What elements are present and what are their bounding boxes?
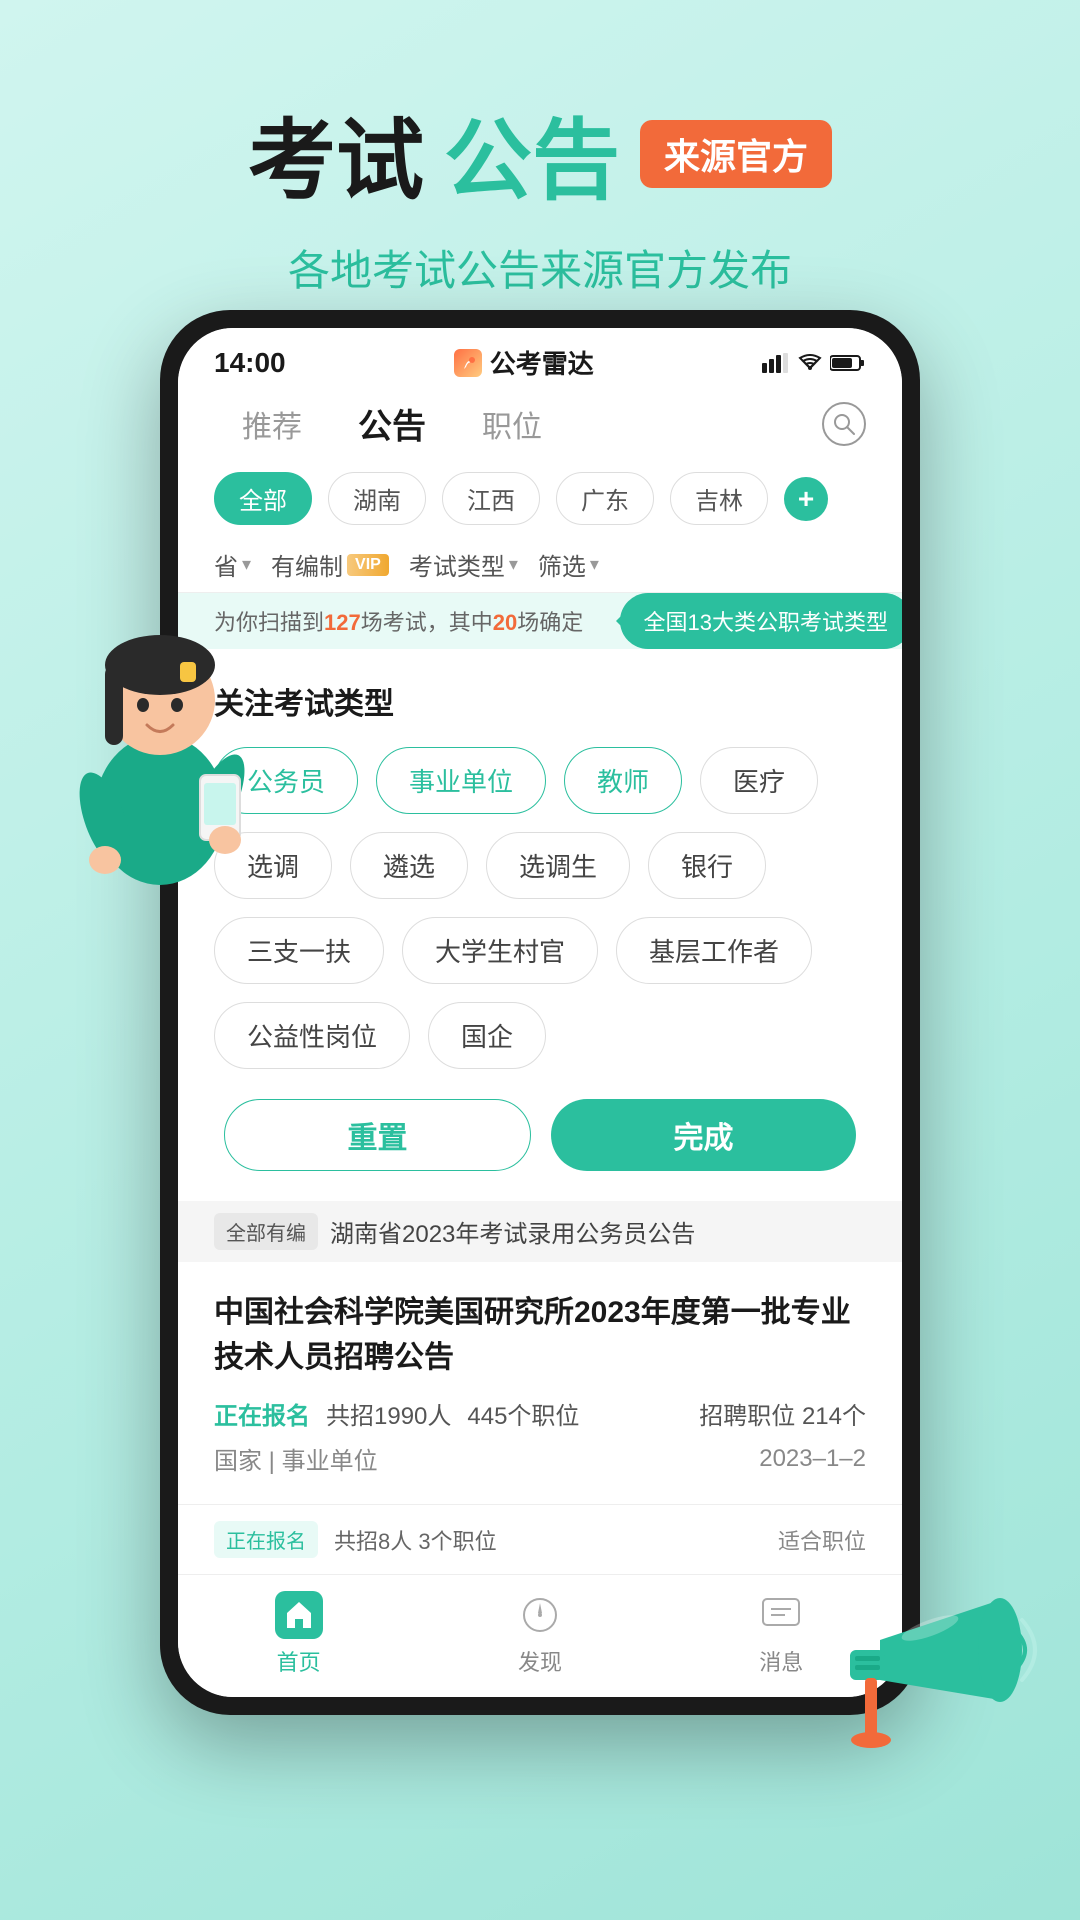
filter-row: 省 ▾ 有编制 VIP 考试类型 ▾ 筛选 ▾ <box>178 537 902 593</box>
discover-icon <box>516 1591 564 1639</box>
ann-text: 湖南省2023年考试录用公务员公告 <box>330 1214 695 1249</box>
region-tab-guangdong[interactable]: 广东 <box>556 472 654 525</box>
bottom-nav: 首页 发现 消息 <box>178 1574 902 1697</box>
megaphone-illustration <box>820 1580 1040 1780</box>
phone-frame: 14:00 公考雷达 推荐 公告 职位 <box>160 310 920 1715</box>
panel-title: 关注考试类型 <box>214 679 866 723</box>
news-title: 中国社会科学院美国研究所2023年度第一批专业技术人员招聘公告 <box>214 1290 866 1380</box>
panel-buttons: 重置 完成 <box>214 1099 866 1171</box>
tag-gongyixing[interactable]: 公益性岗位 <box>214 1002 410 1069</box>
nav-tabs: 推荐 公告 职位 <box>178 389 902 464</box>
peek-status: 正在报名 <box>214 1521 318 1558</box>
tab-position[interactable]: 职位 <box>454 402 570 446</box>
official-badge: 来源官方 <box>640 120 832 188</box>
region-tab-jilin[interactable]: 吉林 <box>670 472 768 525</box>
title-green: 公告 <box>444 90 620 217</box>
positions-count: 445个职位 <box>467 1396 579 1431</box>
filter-screen[interactable]: 筛选 ▾ <box>538 547 599 582</box>
tag-xuandiaosheng[interactable]: 选调生 <box>486 832 630 899</box>
nav-label-discover: 发现 <box>518 1645 562 1677</box>
recruit-count: 共招1990人 <box>326 1396 451 1431</box>
tag-sanzhiyifu[interactable]: 三支一扶 <box>214 917 384 984</box>
nav-item-home[interactable]: 首页 <box>275 1591 323 1677</box>
tooltip-bubble: 全国13大类公职考试类型 <box>620 593 902 649</box>
region-tab-jiangxi[interactable]: 江西 <box>442 472 540 525</box>
home-icon <box>275 1591 323 1639</box>
message-icon <box>757 1591 805 1639</box>
region-add-button[interactable]: + <box>784 477 828 521</box>
region-tab-hunan[interactable]: 湖南 <box>328 472 426 525</box>
ann-badge: 全部有编 <box>214 1213 318 1250</box>
exam-type-panel: 关注考试类型 公务员 事业单位 教师 医疗 选调 遴选 选调生 银行 三支一扶 … <box>178 649 902 1201</box>
filter-bianzhi[interactable]: 有编制 VIP <box>271 547 389 582</box>
header-subtitle: 各地考试公告来源官方发布 <box>0 237 1080 298</box>
tag-shiye[interactable]: 事业单位 <box>376 747 546 814</box>
status-bar: 14:00 公考雷达 <box>178 328 902 389</box>
nav-item-discover[interactable]: 发现 <box>516 1591 564 1677</box>
news-card-peek[interactable]: 正在报名 共招8人 3个职位 适合职位 <box>178 1504 902 1574</box>
status-time: 14:00 <box>214 347 286 379</box>
tag-teacher[interactable]: 教师 <box>564 747 682 814</box>
announcement-bar[interactable]: 全部有编 湖南省2023年考试录用公务员公告 <box>178 1201 902 1262</box>
news-card[interactable]: 中国社会科学院美国研究所2023年度第一批专业技术人员招聘公告 正在报名 共招1… <box>178 1262 902 1504</box>
region-tabs: 全部 湖南 江西 广东 吉林 + <box>178 464 902 537</box>
tab-recommend[interactable]: 推荐 <box>214 402 330 446</box>
peek-meta: 共招8人 3个职位 <box>334 1524 497 1556</box>
scan-info-bar: 为你扫描到127场考试，其中20场确定 全国13大类公职考试类型 <box>178 593 902 649</box>
tag-daxuesheng[interactable]: 大学生村官 <box>402 917 598 984</box>
character-illustration <box>50 590 270 910</box>
tag-grid: 公务员 事业单位 教师 医疗 选调 遴选 选调生 银行 三支一扶 大学生村官 基… <box>214 747 866 1069</box>
nav-item-message[interactable]: 消息 <box>757 1591 805 1677</box>
search-button[interactable] <box>822 402 866 446</box>
nav-label-home: 首页 <box>277 1645 321 1677</box>
right-text: 招聘职位 214个 <box>699 1396 866 1431</box>
news-date: 2023–1–2 <box>759 1445 866 1473</box>
status-icons <box>762 353 866 373</box>
status-badge: 正在报名 <box>214 1396 310 1431</box>
reset-button[interactable]: 重置 <box>224 1099 531 1171</box>
done-button[interactable]: 完成 <box>551 1099 856 1171</box>
nav-label-message: 消息 <box>759 1645 803 1677</box>
tag-bank[interactable]: 银行 <box>648 832 766 899</box>
tab-announcement[interactable]: 公告 <box>330 399 454 448</box>
tag-jiceng[interactable]: 基层工作者 <box>616 917 812 984</box>
tag-lunxuan[interactable]: 遴选 <box>350 832 468 899</box>
app-name: 公考雷达 <box>454 344 594 381</box>
peek-right: 适合职位 <box>778 1524 866 1556</box>
filter-province[interactable]: 省 ▾ <box>214 547 251 582</box>
tag-medical[interactable]: 医疗 <box>700 747 818 814</box>
filter-exam-type[interactable]: 考试类型 ▾ <box>409 547 518 582</box>
news-category: 国家 | 事业单位 <box>214 1441 378 1476</box>
region-tab-all[interactable]: 全部 <box>214 472 312 525</box>
tag-guoqi[interactable]: 国企 <box>428 1002 546 1069</box>
title-black: 考试 <box>248 90 424 217</box>
